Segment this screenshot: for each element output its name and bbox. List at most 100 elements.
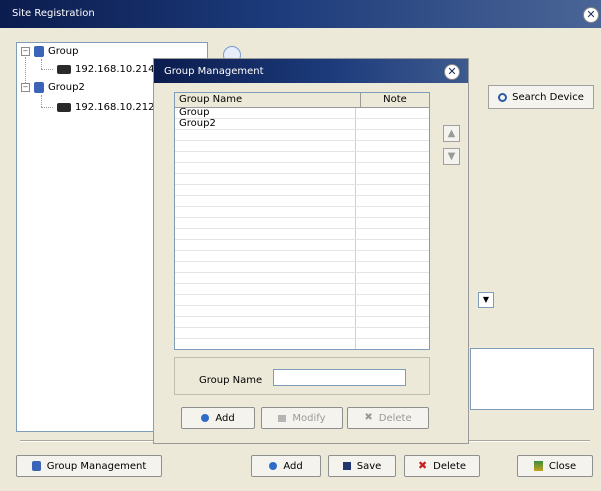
- column-header[interactable]: Note: [361, 93, 429, 107]
- search-device-button[interactable]: Search Device: [488, 85, 594, 109]
- group-name-cell: [175, 273, 356, 283]
- modify-icon: [278, 414, 287, 422]
- tree-node-label: Group2: [48, 82, 85, 93]
- group-management-label: Group Management: [46, 460, 147, 472]
- table-row[interactable]: [175, 229, 429, 240]
- table-row[interactable]: [175, 196, 429, 207]
- dialog-modify-label: Modify: [292, 412, 326, 424]
- close-icon[interactable]: ✕: [583, 7, 599, 23]
- tree-line: [41, 69, 53, 70]
- table-row[interactable]: [175, 295, 429, 306]
- table-body: Group Group2: [175, 108, 429, 349]
- move-down-icon[interactable]: ▼: [443, 148, 460, 165]
- group-name-cell: [175, 240, 356, 250]
- group-name-cell: [175, 152, 356, 162]
- dropdown-arrow-icon[interactable]: ▼: [478, 292, 494, 308]
- group-management-button[interactable]: Group Management: [16, 455, 162, 477]
- table-row[interactable]: [175, 141, 429, 152]
- group-name-label: Group Name: [199, 375, 263, 386]
- delete-icon: ✖: [417, 459, 428, 472]
- table-header: Group Name Note: [175, 93, 429, 108]
- table-row[interactable]: [175, 207, 429, 218]
- add-icon: [269, 462, 278, 470]
- search-device-label: Search Device: [512, 91, 584, 103]
- note-cell: [356, 262, 429, 272]
- group-name-cell: [175, 163, 356, 173]
- column-header[interactable]: Group Name: [175, 93, 361, 107]
- group-name-cell: [175, 262, 356, 272]
- group-icon: [34, 81, 44, 93]
- delete-icon: ✖: [364, 412, 373, 423]
- table-row[interactable]: [175, 130, 429, 141]
- table-row[interactable]: [175, 306, 429, 317]
- save-icon: [342, 462, 351, 470]
- collapse-icon[interactable]: −: [21, 46, 30, 56]
- collapse-icon[interactable]: −: [21, 82, 30, 92]
- dialog-delete-button[interactable]: ✖ Delete: [347, 407, 429, 429]
- move-up-icon[interactable]: ▲: [443, 125, 460, 142]
- group-icon: [34, 45, 44, 57]
- table-row[interactable]: [175, 339, 429, 349]
- note-cell: [356, 185, 429, 195]
- tree-line: [41, 59, 42, 69]
- close-icon[interactable]: ✕: [444, 64, 460, 80]
- note-cell: [356, 317, 429, 327]
- tree-node-device[interactable]: 192.168.10.214: [57, 63, 155, 77]
- note-cell: [356, 218, 429, 228]
- note-cell: [356, 240, 429, 250]
- close-door-icon: [533, 461, 543, 471]
- tree-node-group[interactable]: − Group: [21, 45, 78, 59]
- info-panel: [470, 348, 594, 410]
- device-icon: [57, 64, 71, 74]
- table-row[interactable]: Group2: [175, 119, 429, 130]
- table-row[interactable]: [175, 262, 429, 273]
- add-button[interactable]: Add: [251, 455, 321, 477]
- group-name-cell: [175, 218, 356, 228]
- tree-line: [41, 95, 42, 107]
- group-name-cell: [175, 251, 356, 261]
- note-cell: [356, 339, 429, 349]
- table-row[interactable]: [175, 218, 429, 229]
- table-row[interactable]: [175, 185, 429, 196]
- table-row[interactable]: [175, 174, 429, 185]
- add-icon: [201, 414, 210, 422]
- delete-button[interactable]: ✖ Delete: [404, 455, 480, 477]
- group-name-cell: [175, 284, 356, 294]
- group-icon: [31, 461, 41, 471]
- table-row[interactable]: [175, 251, 429, 262]
- dialog-modify-button[interactable]: Modify: [261, 407, 343, 429]
- table-row[interactable]: [175, 240, 429, 251]
- tree-node-label: 192.168.10.214: [75, 64, 155, 75]
- group-name-cell: [175, 306, 356, 316]
- save-button[interactable]: Save: [328, 455, 396, 477]
- note-cell: [356, 273, 429, 283]
- dialog-add-button[interactable]: Add: [181, 407, 255, 429]
- note-cell: [356, 163, 429, 173]
- group-name-cell: [175, 130, 356, 140]
- group-name-cell: [175, 196, 356, 206]
- group-name-input[interactable]: [273, 369, 406, 386]
- table-row[interactable]: [175, 284, 429, 295]
- table-row[interactable]: [175, 163, 429, 174]
- note-cell: [356, 119, 429, 129]
- group-name-cell: Group2: [175, 119, 356, 129]
- note-cell: [356, 295, 429, 305]
- tree-node-device[interactable]: 192.168.10.212: [57, 101, 155, 115]
- note-cell: [356, 306, 429, 316]
- table-row[interactable]: [175, 273, 429, 284]
- window-title: Site Registration: [12, 8, 95, 19]
- table-row[interactable]: [175, 152, 429, 163]
- tree-node-label: 192.168.10.212: [75, 102, 155, 113]
- group-name-cell: [175, 295, 356, 305]
- tree-line: [41, 107, 53, 108]
- table-row[interactable]: [175, 328, 429, 339]
- search-icon: [498, 92, 508, 102]
- table-row[interactable]: [175, 317, 429, 328]
- note-cell: [356, 229, 429, 239]
- add-label: Add: [283, 460, 303, 472]
- group-name-cell: Group: [175, 108, 356, 118]
- tree-node-group2[interactable]: − Group2: [21, 81, 85, 95]
- group-table[interactable]: Group Name Note Group Group2: [174, 92, 430, 350]
- close-button[interactable]: Close: [517, 455, 593, 477]
- group-name-cell: [175, 328, 356, 338]
